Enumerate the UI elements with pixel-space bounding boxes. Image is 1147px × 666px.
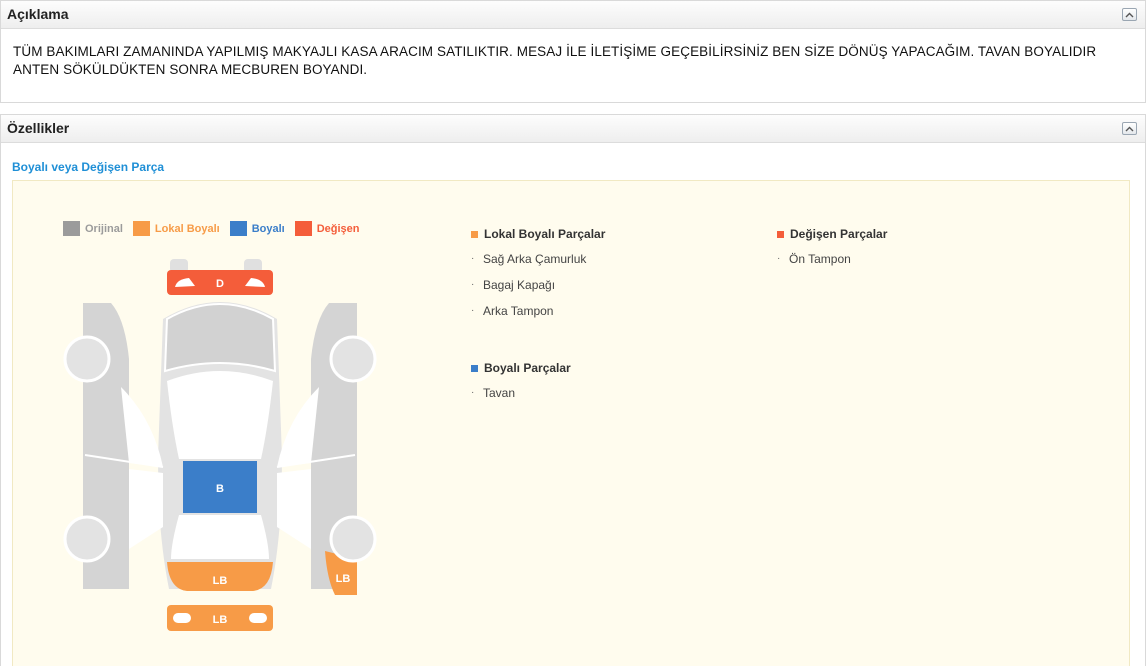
roof[interactable]: B [183, 461, 257, 513]
left-side [63, 303, 164, 589]
painted-parts-list: · Tavan [471, 386, 571, 412]
legend-painted: Boyalı [229, 221, 285, 236]
legend-label-changed: Değişen [316, 222, 360, 235]
description-title: Açıklama [7, 6, 69, 22]
collapse-features-button[interactable] [1122, 122, 1137, 135]
left-front-wheel[interactable] [63, 335, 111, 383]
list-item: · Bagaj Kapağı [471, 278, 556, 292]
rear-bumper[interactable]: LB [167, 605, 273, 631]
description-section: Açıklama TÜM BAKIMLARI ZAMANINDA YAPILMI… [0, 0, 1146, 103]
legend-label-painted: Boyalı [251, 222, 285, 235]
hood[interactable] [163, 303, 277, 373]
description-text: TÜM BAKIMLARI ZAMANINDA YAPILMIŞ MAKYAJL… [13, 44, 1097, 77]
right-rear-fender-label: LB [336, 573, 351, 585]
rear-window [171, 515, 269, 559]
right-rear-wheel[interactable] [329, 515, 377, 563]
legend-swatch-original [63, 221, 80, 236]
local-painted-parts-list: · Sağ Arka Çamurluk · Bagaj Kapağı · Arka T… [471, 252, 605, 330]
chevron-up-icon [1125, 12, 1134, 17]
chevron-up-icon [1125, 126, 1134, 131]
right-front-wheel[interactable] [329, 335, 377, 383]
painted-parts-header: Boyalı Parçalar [471, 360, 571, 376]
rear-bumper-label: LB [213, 614, 228, 626]
trunk-label: LB [213, 575, 228, 587]
local-painted-parts-header: Lokal Boyalı Parçalar [471, 226, 605, 242]
left-rear-window [129, 469, 163, 549]
changed-parts-header: Değişen Parçalar [777, 226, 887, 242]
legend-swatch-changed [294, 221, 312, 236]
local-painted-parts: Lokal Boyalı Parçalar · Sağ Arka Çamurluk… [471, 226, 605, 330]
legend-swatch-local-painted [132, 221, 150, 236]
legend-label-local-painted: Lokal Boyalı [154, 222, 220, 235]
roof-label: B [216, 483, 224, 495]
changed-marker [777, 230, 784, 238]
right-side: LB [276, 303, 377, 595]
changed-parts-list: · Ön Tampon [777, 252, 887, 278]
legend-local-painted: Lokal Boyalı [132, 221, 220, 236]
local-painted-marker [471, 230, 478, 238]
trunk[interactable]: LB [167, 562, 273, 591]
collapse-description-button[interactable] [1122, 8, 1137, 21]
list-item: · Ön Tampon [777, 252, 851, 266]
front-bumper[interactable]: D [167, 259, 273, 295]
list-item: · Sağ Arka Çamurluk [471, 252, 587, 266]
front-bumper-label: D [216, 278, 224, 290]
features-title: Özellikler [7, 120, 70, 136]
changed-parts: Değişen Parçalar · Ön Tampon [777, 226, 887, 278]
local-painted-parts-title: Lokal Boyalı Parçalar [484, 227, 606, 241]
painted-parts: Boyalı Parçalar · Tavan [471, 360, 571, 412]
car-damage-panel: Orijinal Lokal Boyalı Boyalı Değişen D B… [12, 180, 1130, 666]
changed-parts-title: Değişen Parçalar [790, 227, 888, 241]
legend-changed: Değişen [294, 221, 360, 236]
painted-marker [471, 364, 478, 372]
list-item: · Arka Tampon [471, 304, 554, 318]
right-rear-window [277, 469, 311, 549]
features-header: Özellikler [1, 115, 1145, 143]
windshield [167, 371, 273, 459]
painted-changed-parts-link[interactable]: Boyalı veya Değişen Parça [12, 160, 164, 174]
car-diagram: D B LB LB LB [63, 259, 377, 631]
legend-swatch-painted [229, 221, 247, 236]
list-item: · Tavan [471, 386, 516, 400]
description-header: Açıklama [1, 1, 1145, 29]
painted-parts-title: Boyalı Parçalar [484, 361, 571, 375]
left-rear-wheel[interactable] [63, 515, 111, 563]
legend-original: Orijinal [63, 221, 123, 236]
color-legend: Orijinal Lokal Boyalı Boyalı Değişen [63, 221, 370, 236]
legend-label-original: Orijinal [85, 222, 123, 235]
